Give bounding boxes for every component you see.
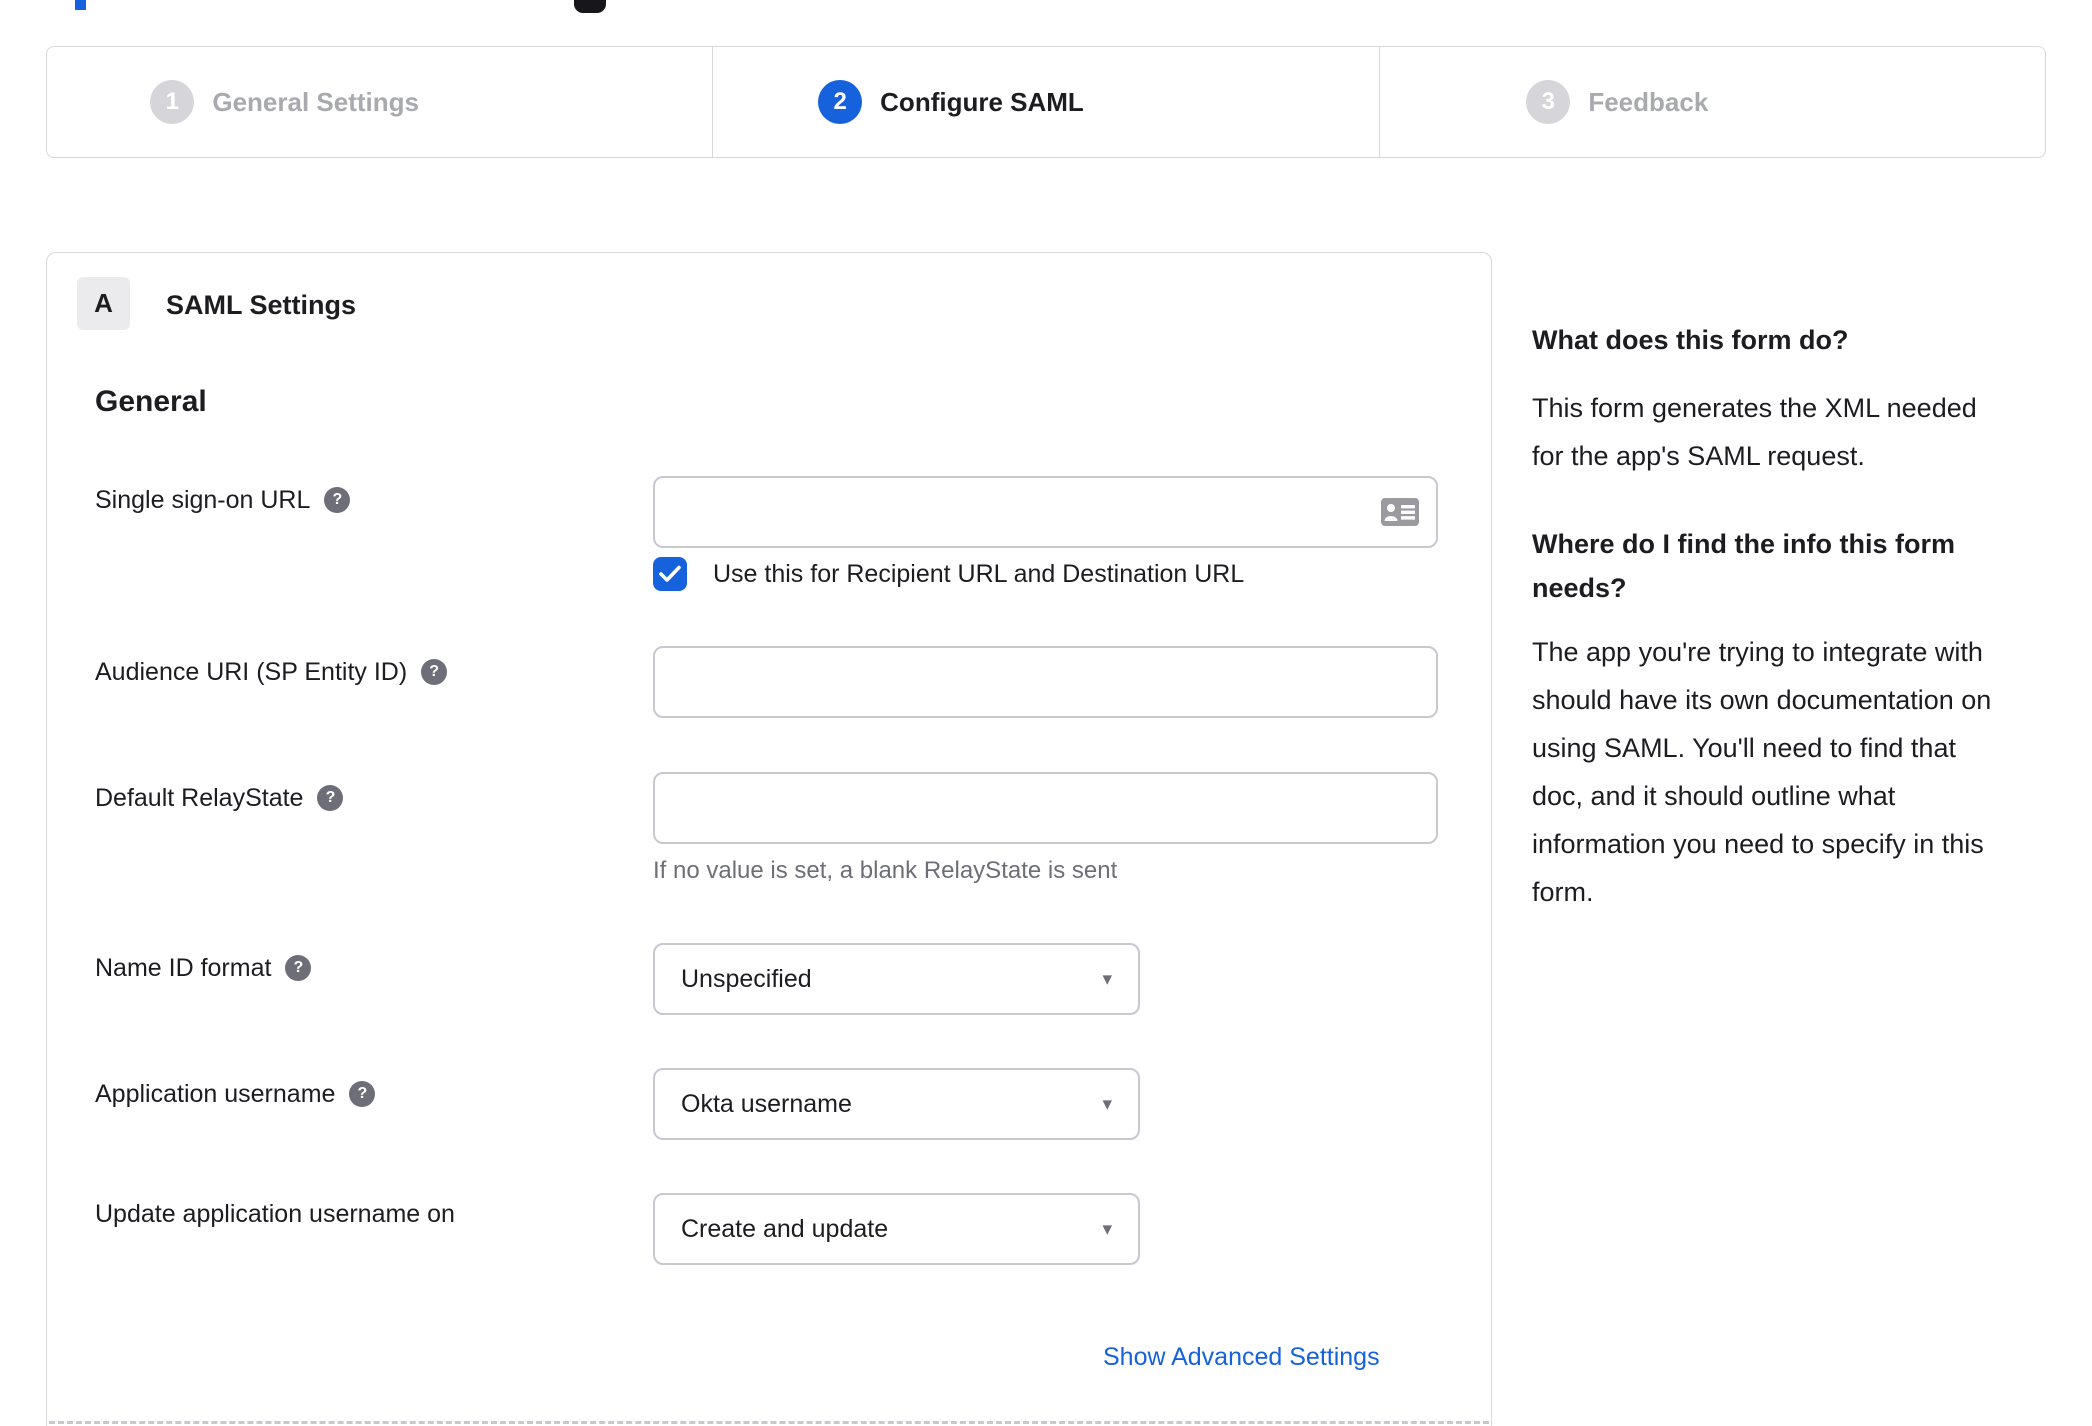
stepper-step-general-settings[interactable]: 1 General Settings [47, 47, 712, 157]
audience-uri-input[interactable] [653, 646, 1438, 718]
saml-settings-card: A SAML Settings General Single sign-on U… [46, 252, 1492, 1426]
relay-state-label: Default RelayState [95, 783, 304, 812]
audience-uri-label-row: Audience URI (SP Entity ID) ? [95, 657, 448, 687]
help-icon[interactable]: ? [317, 785, 344, 811]
update-app-username-label: Update application username on [95, 1199, 455, 1228]
general-group-heading: General [95, 385, 207, 418]
section-dashed-divider [49, 1421, 1489, 1424]
help-icon[interactable]: ? [421, 659, 448, 685]
section-title: SAML Settings [166, 290, 357, 320]
relay-state-helper-text: If no value is set, a blank RelayState i… [653, 857, 1118, 884]
help-icon[interactable]: ? [324, 487, 351, 513]
stepper-step-configure-saml[interactable]: 2 Configure SAML [712, 47, 1378, 157]
cropped-title-fragment [75, 0, 86, 10]
app-username-select[interactable]: Okta username ▾ [653, 1068, 1140, 1140]
app-username-label-row: Application username ? [95, 1079, 376, 1109]
help-q2-body: The app you're trying to integrate with … [1532, 637, 1992, 907]
wizard-stepper: 1 General Settings 2 Configure SAML 3 Fe… [46, 46, 2046, 158]
update-app-username-select[interactable]: Create and update ▾ [653, 1193, 1140, 1265]
sso-url-label-row: Single sign-on URL ? [95, 485, 351, 515]
step-number-badge: 1 [150, 80, 195, 124]
help-q1-body: This form generates the XML needed for t… [1532, 393, 1977, 471]
help-q2-title: Where do I find the info this form needs… [1532, 529, 1955, 603]
step-label: Feedback [1588, 86, 1709, 117]
chevron-down-icon: ▾ [1102, 968, 1112, 990]
configure-saml-page: 1 General Settings 2 Configure SAML 3 Fe… [0, 0, 2092, 1426]
relay-state-input[interactable] [653, 772, 1438, 844]
help-icon[interactable]: ? [349, 1081, 376, 1107]
name-id-format-select[interactable]: Unspecified ▾ [653, 943, 1140, 1015]
cropped-app-logo-fragment [574, 0, 606, 13]
step-number-badge: 2 [818, 80, 863, 124]
update-app-username-label-row: Update application username on [95, 1199, 455, 1229]
recipient-url-checkbox[interactable] [653, 557, 687, 591]
stepper-step-feedback[interactable]: 3 Feedback [1378, 47, 2045, 157]
update-app-username-value: Create and update [681, 1214, 889, 1243]
app-username-value: Okta username [681, 1089, 852, 1118]
chevron-down-icon: ▾ [1102, 1218, 1112, 1240]
checkmark-icon [659, 565, 681, 582]
chevron-down-icon: ▾ [1102, 1093, 1112, 1115]
audience-uri-label: Audience URI (SP Entity ID) [95, 657, 408, 686]
step-label: General Settings [212, 86, 419, 117]
help-q1-title: What does this form do? [1532, 325, 1849, 355]
name-id-format-label: Name ID format [95, 953, 272, 982]
app-username-label: Application username [95, 1079, 336, 1108]
recipient-url-checkbox-row: Use this for Recipient URL and Destinati… [653, 557, 1244, 591]
section-a-badge: A [77, 277, 130, 330]
step-number-badge: 3 [1526, 80, 1571, 124]
sso-url-input[interactable] [653, 476, 1438, 548]
show-advanced-settings-link[interactable]: Show Advanced Settings [1103, 1343, 1380, 1372]
step-label: Configure SAML [880, 86, 1084, 117]
recipient-url-checkbox-label[interactable]: Use this for Recipient URL and Destinati… [713, 560, 1244, 589]
name-id-format-label-row: Name ID format ? [95, 953, 312, 983]
name-id-format-value: Unspecified [681, 964, 812, 993]
relay-state-label-row: Default RelayState ? [95, 783, 344, 813]
sso-url-input-wrap [653, 476, 1438, 548]
help-icon[interactable]: ? [285, 955, 312, 981]
sso-url-label: Single sign-on URL [95, 485, 311, 514]
